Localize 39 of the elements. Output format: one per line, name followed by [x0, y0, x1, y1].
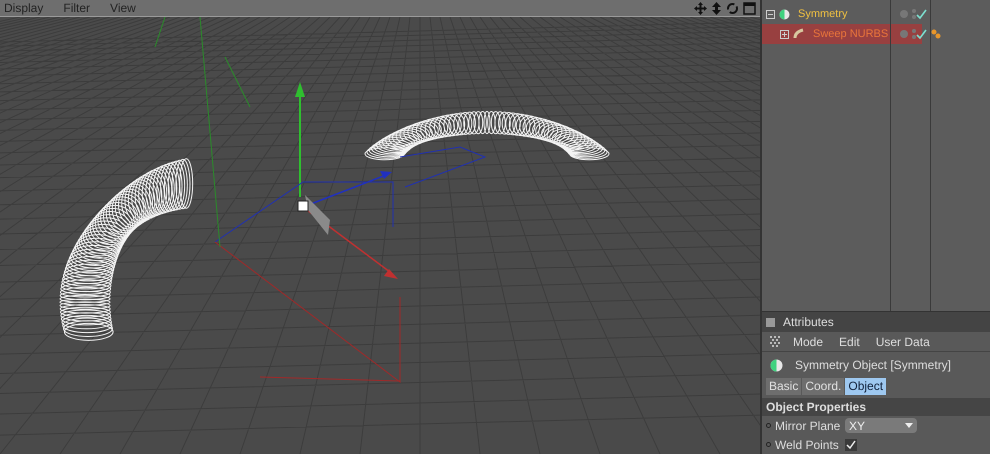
tab[interactable]: Object	[845, 378, 886, 395]
tag-icon[interactable]	[931, 29, 941, 39]
menu-item[interactable]: Filter	[63, 0, 90, 17]
object-center-icon	[298, 200, 308, 212]
up-down-arrow-icon[interactable]	[711, 2, 722, 14]
field-label: Weld Points	[775, 436, 840, 454]
sweep-object-icon	[793, 28, 805, 40]
tab[interactable]: Basic	[766, 378, 802, 395]
visibility-dots-icon[interactable]	[912, 28, 916, 40]
enabled-check-icon[interactable]	[916, 8, 927, 20]
caret-icon	[905, 423, 913, 428]
object-row[interactable]: Sweep NURBS	[762, 24, 922, 44]
checkbox[interactable]	[845, 438, 857, 450]
object-row[interactable]: Symmetry	[762, 4, 922, 24]
3d-viewport[interactable]	[0, 17, 760, 454]
expand-toggle-icon[interactable]	[780, 30, 789, 38]
enabled-check-icon[interactable]	[916, 28, 927, 40]
rotate-icon[interactable]	[726, 2, 739, 14]
symmetry-object-icon	[770, 358, 783, 372]
field-label: Mirror Plane	[775, 418, 841, 434]
mirror-plane-shape	[305, 195, 330, 235]
symmetry-object-icon	[779, 8, 790, 20]
section-header: Object Properties	[762, 398, 990, 416]
maximize-icon[interactable]	[743, 2, 756, 14]
mirror-plane-dropdown[interactable]: XY	[845, 418, 917, 433]
object-name: Symmetry	[798, 6, 848, 22]
menu-item[interactable]: User Data	[876, 332, 930, 350]
object-title: Symmetry Object [Symmetry]	[795, 357, 952, 374]
menu-item[interactable]: Edit	[839, 332, 860, 350]
menu-item[interactable]: Mode	[793, 332, 824, 350]
panel-icon	[766, 318, 775, 326]
collapse-toggle-icon[interactable]	[766, 10, 775, 18]
object-name: Sweep NURBS	[813, 26, 888, 42]
panel-title: Attributes	[783, 314, 834, 331]
move-icon[interactable]	[694, 2, 707, 14]
menu-item[interactable]: View	[110, 0, 136, 17]
tab[interactable]: Coord.	[802, 378, 844, 395]
menu-item[interactable]: Display	[4, 0, 44, 17]
grid-dots-icon[interactable]	[770, 336, 781, 347]
